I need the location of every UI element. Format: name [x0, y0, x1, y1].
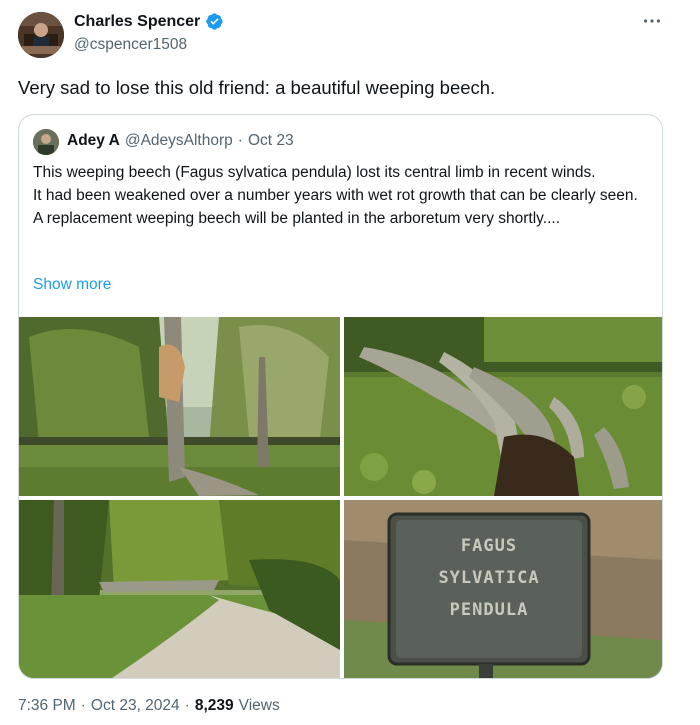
- quote-header: Adey A @AdeysAlthorp · Oct 23: [67, 132, 294, 150]
- meta-separator-2: ·: [184, 697, 190, 714]
- views-label: Views: [238, 697, 280, 714]
- tweet-card: Charles Spencer @cspencer1508 Very sad t…: [0, 0, 700, 725]
- photo-gravel-path[interactable]: [19, 500, 340, 678]
- quote-author-name[interactable]: Adey A: [67, 132, 120, 150]
- photo-fallen-limbs[interactable]: [344, 317, 662, 496]
- sign-line-2: SYLVATICA: [438, 568, 540, 588]
- meta-separator: ·: [80, 697, 86, 714]
- sign-line-3: PENDULA: [449, 600, 529, 620]
- quote-text-line-2: It had been weakened over a number years…: [33, 187, 638, 227]
- sign-text: FAGUS SYLVATICA PENDULA: [396, 530, 582, 626]
- quote-text-line-1: This weeping beech (Fagus sylvatica pend…: [33, 164, 596, 181]
- quote-author-handle[interactable]: @AdeysAlthorp: [125, 132, 233, 150]
- sign-line-1: FAGUS: [460, 536, 518, 556]
- quote-separator: ·: [237, 132, 243, 149]
- quote-tweet[interactable]: Adey A @AdeysAlthorp · Oct 23 This weepi…: [18, 114, 663, 679]
- author-avatar[interactable]: [18, 12, 64, 58]
- author-name-row[interactable]: Charles Spencer: [74, 12, 224, 31]
- tweet-text: Very sad to lose this old friend: a beau…: [18, 77, 496, 98]
- tweet-date[interactable]: Oct 23, 2024: [91, 697, 180, 715]
- more-options-button[interactable]: [638, 10, 666, 32]
- views-count[interactable]: 8,239: [195, 697, 234, 715]
- verified-badge-icon: [205, 12, 224, 31]
- media-grid: FAGUS SYLVATICA PENDULA: [19, 317, 662, 678]
- author-name[interactable]: Charles Spencer: [74, 13, 200, 31]
- quote-author-avatar[interactable]: [33, 129, 59, 155]
- quote-text: This weeping beech (Fagus sylvatica pend…: [33, 161, 648, 230]
- more-options-icon: [644, 19, 660, 23]
- show-more-link[interactable]: Show more: [33, 276, 111, 294]
- quote-date[interactable]: Oct 23: [248, 132, 294, 150]
- tweet-time[interactable]: 7:36 PM: [18, 697, 76, 715]
- photo-tree-sign[interactable]: FAGUS SYLVATICA PENDULA: [344, 500, 662, 678]
- author-handle[interactable]: @cspencer1508: [74, 36, 187, 54]
- tweet-metadata: 7:36 PM · Oct 23, 2024 · 8,239 Views: [18, 697, 280, 715]
- photo-broken-tree-park[interactable]: [19, 317, 340, 496]
